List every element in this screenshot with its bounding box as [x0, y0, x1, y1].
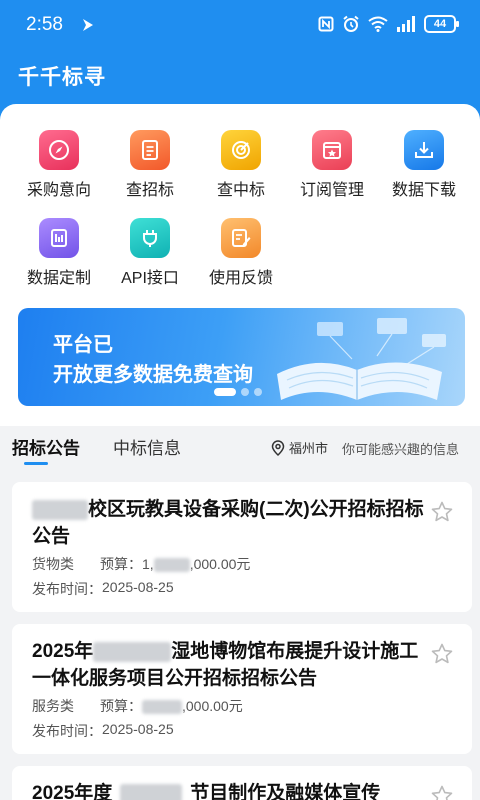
menu-label: 查中标 — [216, 182, 265, 199]
listing-card[interactable]: 2025年 湿地博物馆布展提升设计施工一体化服务项目公开招标招标公告 服务类 预算… — [12, 624, 472, 754]
redacted-text — [93, 641, 172, 662]
publish-date: 2025-08-25 — [102, 579, 174, 595]
redacted-text — [120, 783, 183, 800]
menu-item-data-download[interactable]: 数据下载 — [379, 130, 469, 200]
status-time: 2:58 — [26, 14, 63, 35]
menu-label: 数据定制 — [26, 270, 91, 287]
menu-label: 订阅管理 — [299, 182, 364, 199]
listing-card[interactable]: 校区玩教具设备采购(二次)公开招标招标公告 货物类 预算：1, ,000.00元 … — [12, 482, 472, 612]
feedback-edit-icon — [221, 218, 261, 258]
target-icon — [221, 130, 261, 170]
location-arrow-icon — [83, 19, 93, 31]
pagination-dot[interactable] — [254, 388, 262, 396]
location-label: 福州市 — [289, 441, 329, 456]
listing-meta: 货物类 预算：1, ,000.00元 — [32, 554, 250, 574]
menu-item-subscription[interactable]: 订阅管理 — [287, 130, 377, 200]
redacted-text — [153, 558, 190, 573]
location-pin-icon — [271, 439, 285, 456]
wifi-icon — [368, 16, 388, 32]
battery-indicator: 44 — [424, 15, 459, 33]
interest-filter[interactable]: 你可能感兴趣的信息 — [342, 439, 459, 458]
favorite-star-icon[interactable] — [430, 642, 454, 666]
menu-item-check-tender[interactable]: 查招标 — [105, 130, 195, 200]
menu-item-purchase-intent[interactable]: 采购意向 — [14, 130, 104, 200]
menu-label: API接口 — [121, 270, 179, 287]
listing-publish: 发布时间： 2025-08-25 — [32, 721, 174, 739]
subscribe-calendar-icon — [312, 130, 352, 170]
menu-item-data-custom[interactable]: 数据定制 — [14, 218, 104, 288]
favorite-star-icon[interactable] — [430, 784, 454, 800]
open-book-illustration — [277, 318, 446, 400]
compass-icon — [39, 130, 79, 170]
data-custom-icon — [39, 218, 79, 258]
menu-item-check-winning[interactable]: 查中标 — [196, 130, 286, 200]
menu-item-feedback[interactable]: 使用反馈 — [196, 218, 286, 288]
app-title: 千千标寻 — [18, 66, 106, 89]
menu-label: 采购意向 — [26, 182, 91, 199]
menu-label: 查招标 — [125, 182, 174, 199]
document-list-icon — [130, 130, 170, 170]
pagination-dot-active[interactable] — [214, 388, 236, 396]
menu-item-api[interactable]: API接口 — [105, 218, 195, 288]
tab-tender-announcements[interactable]: 招标公告 — [12, 434, 80, 459]
active-tab-indicator — [24, 462, 48, 465]
listing-category: 货物类 — [32, 556, 74, 572]
plug-icon — [130, 218, 170, 258]
nfc-icon — [318, 16, 334, 32]
banner-headline: 平台已 — [53, 334, 113, 356]
listing-title: 校区玩教具设备采购(二次)公开招标招标公告 — [32, 499, 424, 547]
listing-meta: 服务类 预算： ,000.00元 — [32, 696, 243, 716]
banner-pagination — [214, 388, 262, 396]
location-selector[interactable]: 福州市 — [271, 438, 328, 457]
banner-subline: 开放更多数据免费查询 — [53, 364, 253, 386]
signal-icon — [397, 16, 415, 32]
redacted-text — [142, 700, 182, 715]
menu-label: 数据下载 — [391, 182, 456, 199]
listing-title: 2025年 湿地博物馆布展提升设计施工一体化服务项目公开招标招标公告 — [32, 641, 419, 689]
listing-budget: 预算： ,000.00元 — [100, 698, 243, 715]
status-icons: 44 — [318, 15, 459, 33]
redacted-text — [32, 499, 88, 520]
alarm-icon — [343, 15, 359, 32]
publish-date: 2025-08-25 — [102, 721, 174, 737]
download-icon — [404, 130, 444, 170]
listing-card[interactable]: 2025年度 节目制作及融媒体宣传 — [12, 766, 472, 800]
status-bar: 2:58 44 — [0, 0, 480, 50]
promo-banner[interactable]: 平台已 开放更多数据免费查询 — [18, 308, 465, 406]
listing-budget: 预算：1, ,000.00元 — [100, 556, 251, 573]
favorite-star-icon[interactable] — [430, 500, 454, 524]
listing-publish: 发布时间： 2025-08-25 — [32, 579, 174, 597]
menu-label: 使用反馈 — [208, 270, 273, 287]
listing-tabs: 招标公告 中标信息 福州市 你可能感兴趣的信息 — [0, 426, 480, 470]
pagination-dot[interactable] — [241, 388, 249, 396]
listing-category: 服务类 — [32, 698, 74, 714]
tab-winning-info[interactable]: 中标信息 — [113, 434, 181, 459]
listing-title: 2025年度 节目制作及融媒体宣传 — [32, 780, 427, 800]
